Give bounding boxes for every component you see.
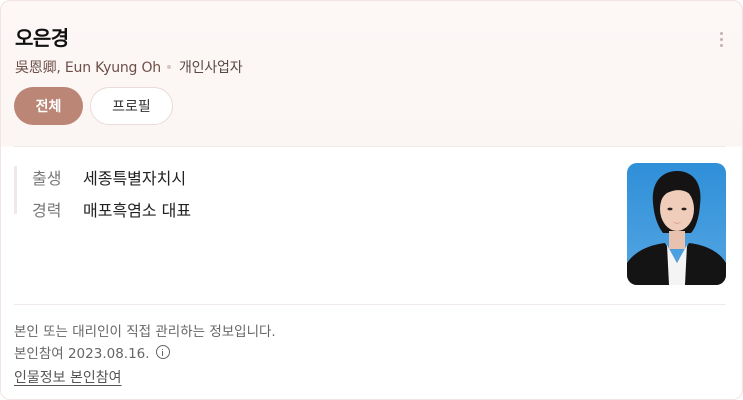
divider — [14, 304, 726, 305]
profile-card: 오은경 吳恩卿, Eun Kyung Oh 개인사업자 전체 프로필 출생 세종특별… — [0, 0, 743, 400]
info-circle-icon[interactable] — [155, 345, 170, 359]
managed-info-note: 본인 또는 대리인이 직접 관리하는 정보입니다. — [14, 324, 276, 340]
info-key: 경력 — [32, 201, 62, 220]
info-key: 출생 — [32, 169, 62, 188]
info-value: 매포흑염소 대표 — [83, 201, 192, 220]
divider — [14, 146, 726, 147]
info-bar — [14, 166, 17, 214]
info-row-career: 경력 매포흑염소 대표 — [32, 197, 191, 221]
person-name: 오은경 — [15, 26, 69, 50]
tab-profile[interactable]: 프로필 — [90, 87, 173, 125]
info-row-birth: 출생 세종특별자치시 — [32, 165, 186, 189]
self-participation-link[interactable]: 인물정보 본인참여 — [14, 367, 122, 387]
participation-date-text: 본인참여 2023.08.16. — [14, 346, 150, 362]
separator-dot — [166, 65, 171, 69]
person-subtitle: 吳恩卿, Eun Kyung Oh 개인사업자 — [15, 57, 243, 77]
hanja-english-name: 吳恩卿, Eun Kyung Oh — [15, 60, 161, 76]
info-value: 세종특별자치시 — [83, 169, 187, 188]
occupation: 개인사업자 — [178, 60, 243, 76]
more-options-icon[interactable] — [719, 32, 725, 50]
profile-photo[interactable] — [627, 163, 726, 285]
participation-date: 본인참여 2023.08.16. — [14, 342, 170, 362]
tab-all[interactable]: 전체 — [14, 87, 83, 125]
